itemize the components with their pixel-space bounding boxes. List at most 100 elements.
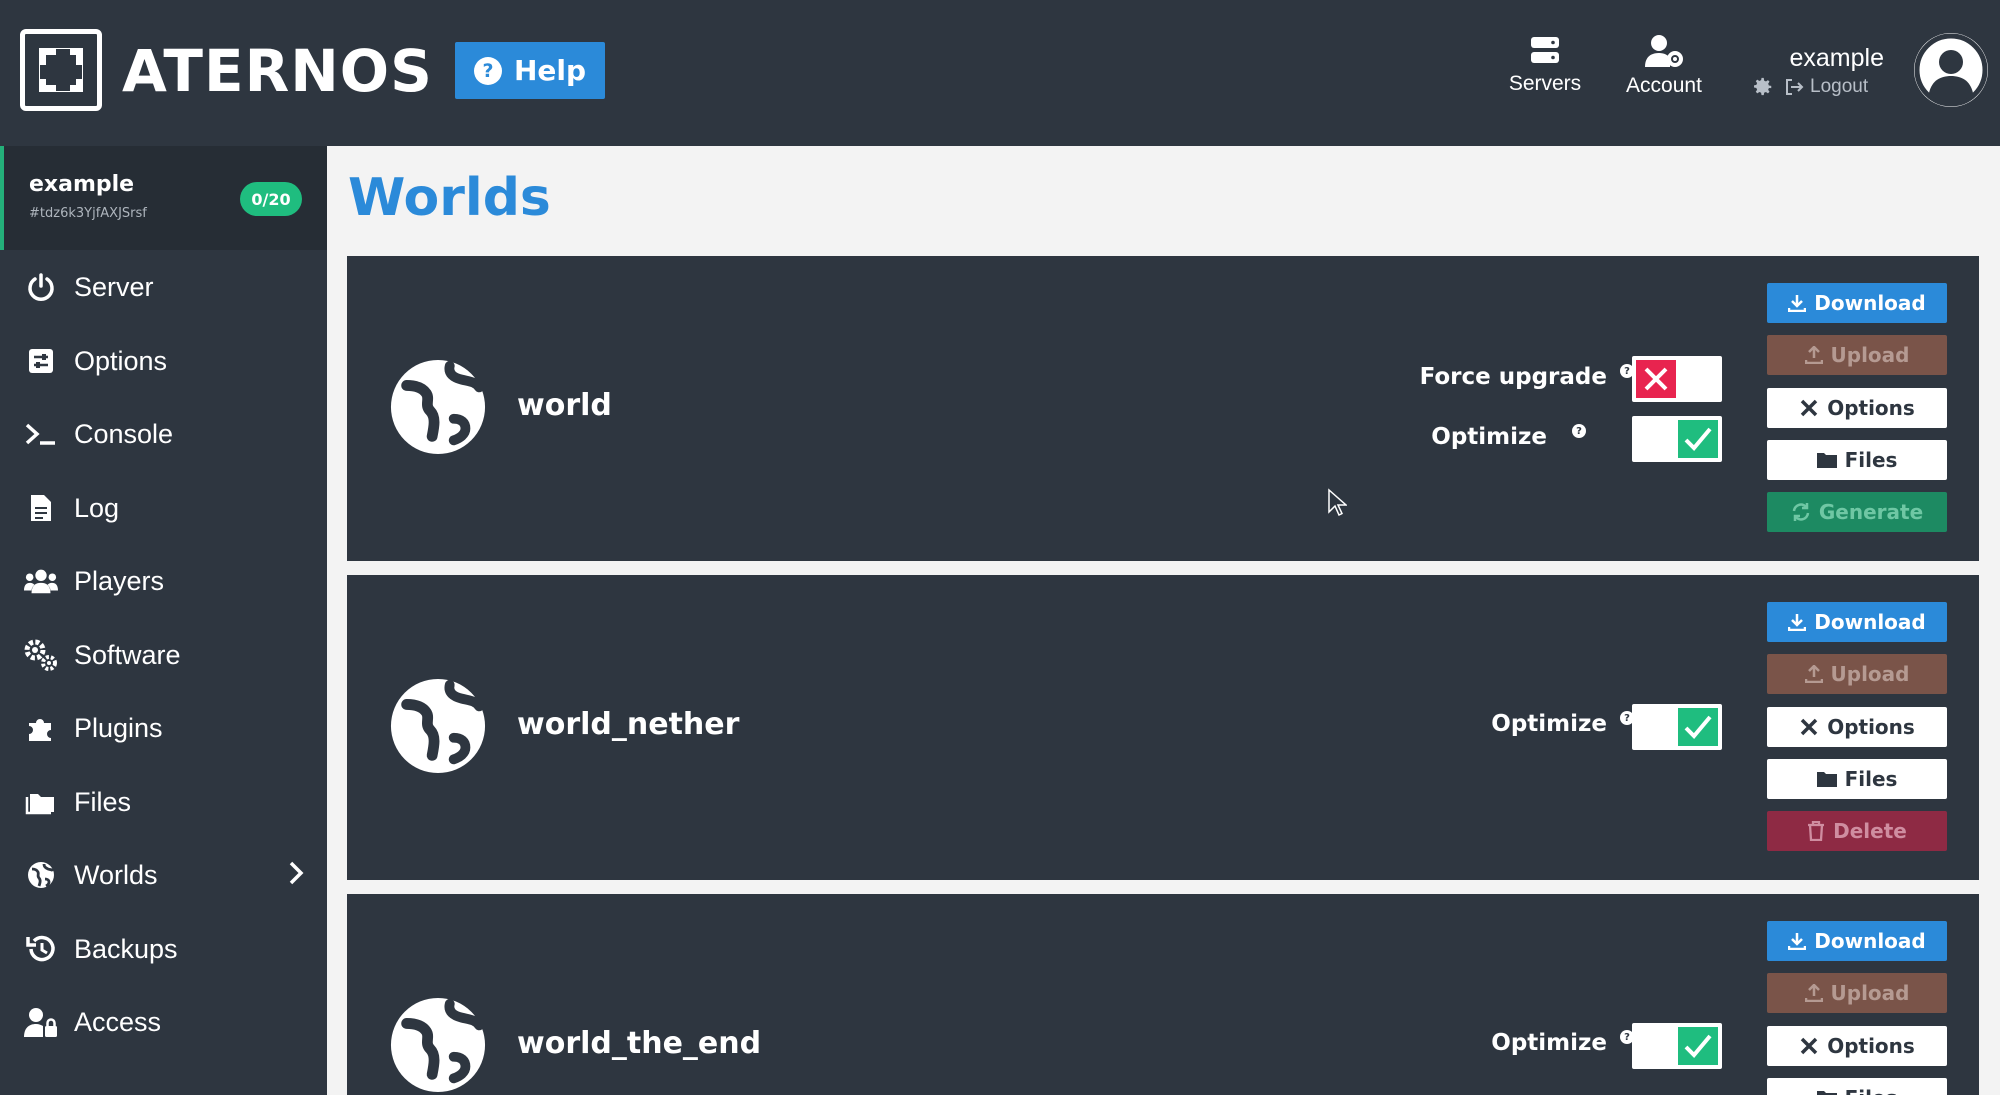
sidebar-item-files[interactable]: Files [0,767,327,837]
server-name: example [29,172,135,197]
sidebar-item-label: Files [74,786,132,817]
file-icon [24,491,58,525]
gear-icon[interactable] [1752,76,1774,98]
sidebar-item-worlds[interactable]: Worlds [0,840,327,910]
mouse-cursor-icon [1328,488,1347,517]
brand-name[interactable]: ATERNOS [122,36,433,106]
upload-label: Upload [1830,343,1910,367]
sidebar-item-server[interactable]: Server [0,252,327,322]
main-content: Worlds world Force upgrade ? Optimize ? … [327,146,2000,1095]
user-avatar-icon [1914,33,1988,107]
delete-button[interactable]: Delete [1767,811,1947,851]
logout-icon [1786,79,1804,95]
world-name: world_the_end [517,1026,762,1061]
generate-button[interactable]: Generate [1767,492,1947,532]
folder-icon [24,785,58,819]
files-button[interactable]: Files [1767,759,1947,799]
user-actions: Logout [1752,76,1868,98]
options-label: Options [1827,396,1915,420]
optimize-toggle[interactable] [1632,704,1722,750]
upload-label: Upload [1830,981,1910,1005]
terminal-icon [24,417,58,451]
force-upgrade-toggle[interactable] [1632,356,1722,402]
sidebar-item-label: Players [74,565,165,596]
upload-icon [1804,984,1823,1002]
download-icon [1788,933,1807,950]
avatar[interactable] [1914,33,1988,107]
sidebar-item-options[interactable]: Options [0,326,327,396]
tools-icon [1800,1037,1818,1055]
aternos-logo-icon[interactable] [20,29,102,111]
world-name: world [517,388,612,423]
page-title: Worlds [348,168,551,228]
sidebar-item-software[interactable]: Software [0,620,327,690]
sidebar-item-label: Plugins [74,712,163,743]
download-label: Download [1814,929,1926,953]
download-button[interactable]: Download [1767,602,1947,642]
refresh-icon [1792,503,1810,521]
optimize-toggle[interactable] [1632,1023,1722,1069]
folder-icon [1816,772,1837,787]
sidebar: example #tdz6k3YjfAXJSrsf 0/20 Server Op… [0,146,327,1095]
download-label: Download [1814,610,1926,634]
optimize-label: Optimize [1431,424,1547,450]
sidebar-item-players[interactable]: Players [0,546,327,616]
sidebar-item-access[interactable]: Access [0,987,327,1057]
files-label: Files [1844,767,1898,791]
tools-icon [1800,399,1818,417]
optimize-label: Optimize [1491,1030,1607,1056]
server-info[interactable]: example #tdz6k3YjfAXJSrsf 0/20 [0,146,327,250]
upload-icon [1804,665,1823,683]
check-icon [1678,708,1718,746]
user-lock-icon [24,1005,58,1039]
upload-button[interactable]: Upload [1767,654,1947,694]
nav-servers[interactable]: Servers [1500,34,1590,96]
top-header: ATERNOS ? Help Servers Account example L… [0,0,2000,146]
trash-icon [1808,821,1825,841]
sidebar-item-label: Server [74,271,154,302]
download-icon [1788,295,1807,312]
download-icon [1788,614,1807,631]
sidebar-item-label: Console [74,418,174,449]
help-icon[interactable]: ? [1572,424,1586,438]
close-icon [1636,360,1676,398]
globe-icon [390,997,486,1093]
upload-icon [1804,346,1823,364]
logout-link[interactable]: Logout [1784,76,1868,98]
delete-label: Delete [1833,819,1907,843]
options-button[interactable]: Options [1767,1026,1947,1066]
nav-servers-label: Servers [1508,72,1582,95]
sidebar-item-backups[interactable]: Backups [0,914,327,984]
sidebar-item-label: Backups [74,933,178,964]
upload-button[interactable]: Upload [1767,973,1947,1013]
puzzle-icon [24,711,58,745]
files-button[interactable]: Files [1767,440,1947,480]
world-card: world_nether Optimize ? Download Upload … [347,575,1979,880]
upload-button[interactable]: Upload [1767,335,1947,375]
upload-label: Upload [1830,662,1910,686]
help-label: Help [513,54,587,87]
nav-account[interactable]: Account [1614,34,1714,98]
player-count-badge: 0/20 [240,182,302,216]
world-name: world_nether [517,707,740,742]
nav-account-label: Account [1626,74,1702,97]
help-button[interactable]: ? Help [455,42,605,99]
download-button[interactable]: Download [1767,921,1947,961]
options-button[interactable]: Options [1767,388,1947,428]
files-button[interactable]: Files [1767,1078,1947,1095]
sidebar-item-plugins[interactable]: Plugins [0,693,327,763]
download-button[interactable]: Download [1767,283,1947,323]
check-icon [1678,1027,1718,1065]
sidebar-item-log[interactable]: Log [0,473,327,543]
options-label: Options [1827,1034,1915,1058]
users-icon [24,564,58,598]
sidebar-item-console[interactable]: Console [0,399,327,469]
optimize-toggle[interactable] [1632,416,1722,462]
folder-icon [1816,1091,1837,1095]
logout-label: Logout [1810,76,1869,97]
username: example [1789,44,1885,72]
files-label: Files [1845,1086,1898,1095]
options-label: Options [1827,715,1915,739]
options-button[interactable]: Options [1767,707,1947,747]
world-card: world_the_end Optimize ? Download Upload… [347,894,1979,1095]
